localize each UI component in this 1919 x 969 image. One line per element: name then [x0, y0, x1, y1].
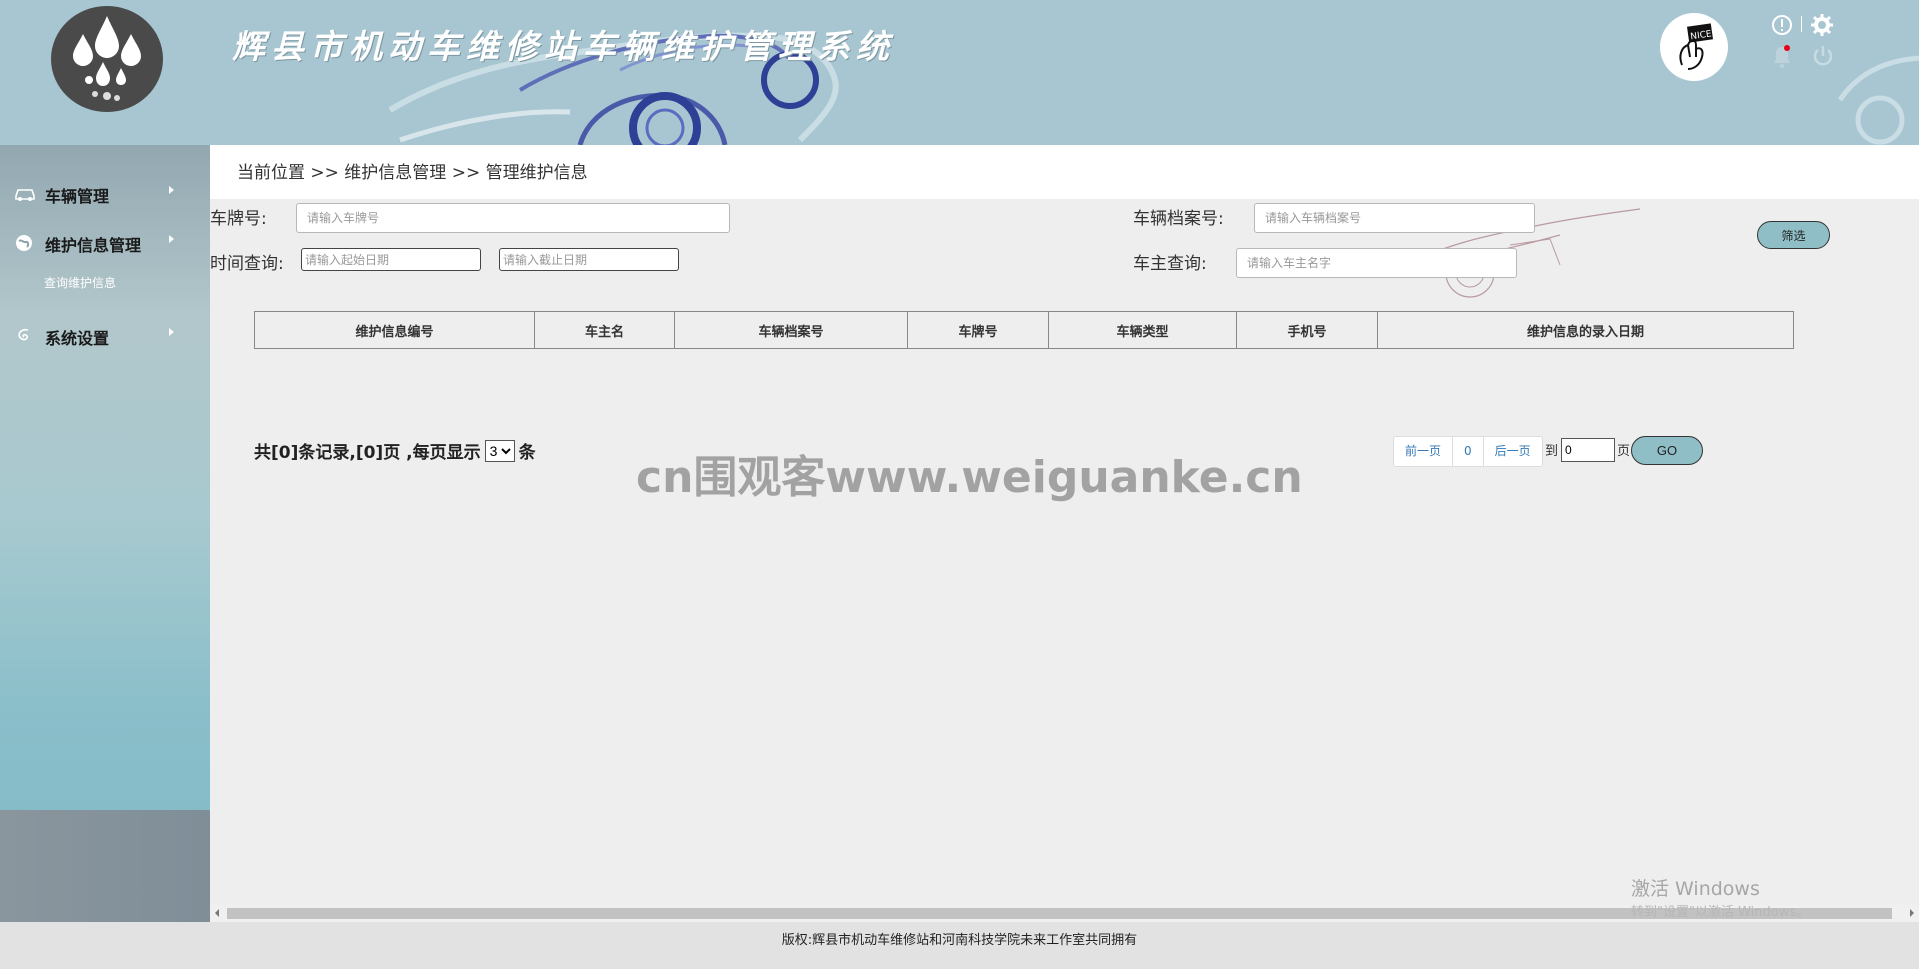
breadcrumb: 当前位置 >> 维护信息管理 >> 管理维护信息: [237, 163, 588, 183]
submenu-item-query-maintenance[interactable]: 查询维护信息: [44, 274, 116, 291]
scroll-right-icon[interactable]: [1910, 909, 1914, 917]
sidebar-item-maintenance-info[interactable]: 维护信息管理: [0, 227, 210, 257]
start-date-input[interactable]: [301, 248, 481, 271]
car-icon: [15, 189, 35, 201]
avatar[interactable]: NICE: [1660, 13, 1728, 81]
plate-label: 车牌号:: [210, 209, 267, 229]
column-header: 维护信息编号: [254, 311, 535, 349]
goto-page-input[interactable]: [1561, 438, 1615, 462]
archive-number-input[interactable]: [1254, 203, 1535, 233]
column-header: 维护信息的录入日期: [1377, 311, 1794, 349]
scroll-left-icon[interactable]: [215, 909, 219, 917]
info-icon[interactable]: [1771, 14, 1793, 36]
sidebar-bottom-panel: [0, 810, 210, 922]
logo: [51, 6, 163, 112]
maintenance-table: 维护信息编号 车主名 车辆档案号 车牌号 车辆类型 手机号 维护信息的录入日期: [254, 311, 1794, 349]
prev-page-button[interactable]: 前一页: [1394, 437, 1454, 466]
header-divider: [1801, 16, 1802, 32]
sidebar-item-system-settings[interactable]: 系统设置: [0, 320, 210, 350]
end-date-input[interactable]: [499, 248, 679, 271]
column-header: 手机号: [1236, 311, 1378, 349]
pager: 前一页 0 后一页: [1393, 436, 1543, 467]
chevron-right-icon: [169, 186, 174, 194]
windows-activation-title: 激活 Windows: [1631, 878, 1760, 900]
current-page-button[interactable]: 0: [1453, 437, 1484, 466]
sidebar-item-label: 系统设置: [45, 329, 110, 348]
page-unit-label: 页: [1617, 444, 1631, 459]
copyright-text: 版权:辉县市机动车维修站和河南科技学院未来工作室共同拥有: [781, 933, 1138, 948]
column-header: 车辆类型: [1048, 311, 1237, 349]
water-drops-icon: [73, 16, 141, 101]
chevron-right-icon: [169, 328, 174, 336]
column-header: 车主名: [534, 311, 675, 349]
column-header: 车辆档案号: [674, 311, 908, 349]
sidebar-item-label: 车辆管理: [45, 187, 110, 206]
swirl-icon: [18, 328, 29, 341]
time-query-label: 时间查询:: [210, 254, 284, 274]
owner-name-input[interactable]: [1236, 248, 1517, 278]
table-header-row: 维护信息编号 车主名 车辆档案号 车牌号 车辆类型 手机号 维护信息的录入日期: [254, 311, 1794, 349]
globe-icon: [16, 235, 32, 251]
power-icon[interactable]: [1811, 44, 1835, 68]
sidebar: 车辆管理 维护信息管理 查询维护信息 系统设置: [0, 145, 210, 922]
archive-label: 车辆档案号:: [1133, 209, 1224, 229]
summary-prefix: 共[0]条记录,[0]页 ,每页显示: [254, 443, 481, 463]
plate-number-input[interactable]: [296, 203, 730, 233]
chevron-right-icon: [169, 235, 174, 243]
header: 辉县市机动车维修站车辆维护管理系统 NICE: [0, 0, 1919, 145]
windows-activation-subtitle: 转到"设置"以激活 Windows。: [1631, 905, 1810, 920]
car-outline-illustration: [1837, 55, 1919, 145]
sidebar-item-label: 维护信息管理: [45, 236, 142, 255]
go-button[interactable]: GO: [1631, 436, 1703, 465]
bell-icon[interactable]: [1770, 43, 1794, 69]
summary-suffix: 条: [518, 443, 536, 463]
column-header: 车牌号: [907, 311, 1049, 349]
gear-icon[interactable]: [1810, 13, 1834, 37]
nice-hand-icon: NICE: [1679, 23, 1713, 70]
footer: 版权:辉县市机动车维修站和河南科技学院未来工作室共同拥有: [0, 922, 1919, 969]
watermark-text: cn围观客www.weiguanke.cn: [636, 452, 1303, 503]
app-title: 辉县市机动车维修站车辆维护管理系统: [232, 27, 895, 66]
sidebar-item-vehicle-management[interactable]: 车辆管理: [0, 178, 210, 208]
page-size-select[interactable]: 3: [484, 439, 515, 462]
goto-label: 到: [1545, 444, 1559, 459]
record-summary: 共[0]条记录,[0]页 ,每页显示 3 条: [254, 438, 536, 463]
next-page-button[interactable]: 后一页: [1484, 437, 1542, 466]
breadcrumb-bar: 当前位置 >> 维护信息管理 >> 管理维护信息: [210, 145, 1919, 199]
filter-button[interactable]: 筛选: [1757, 221, 1830, 249]
owner-query-label: 车主查询:: [1133, 254, 1207, 274]
